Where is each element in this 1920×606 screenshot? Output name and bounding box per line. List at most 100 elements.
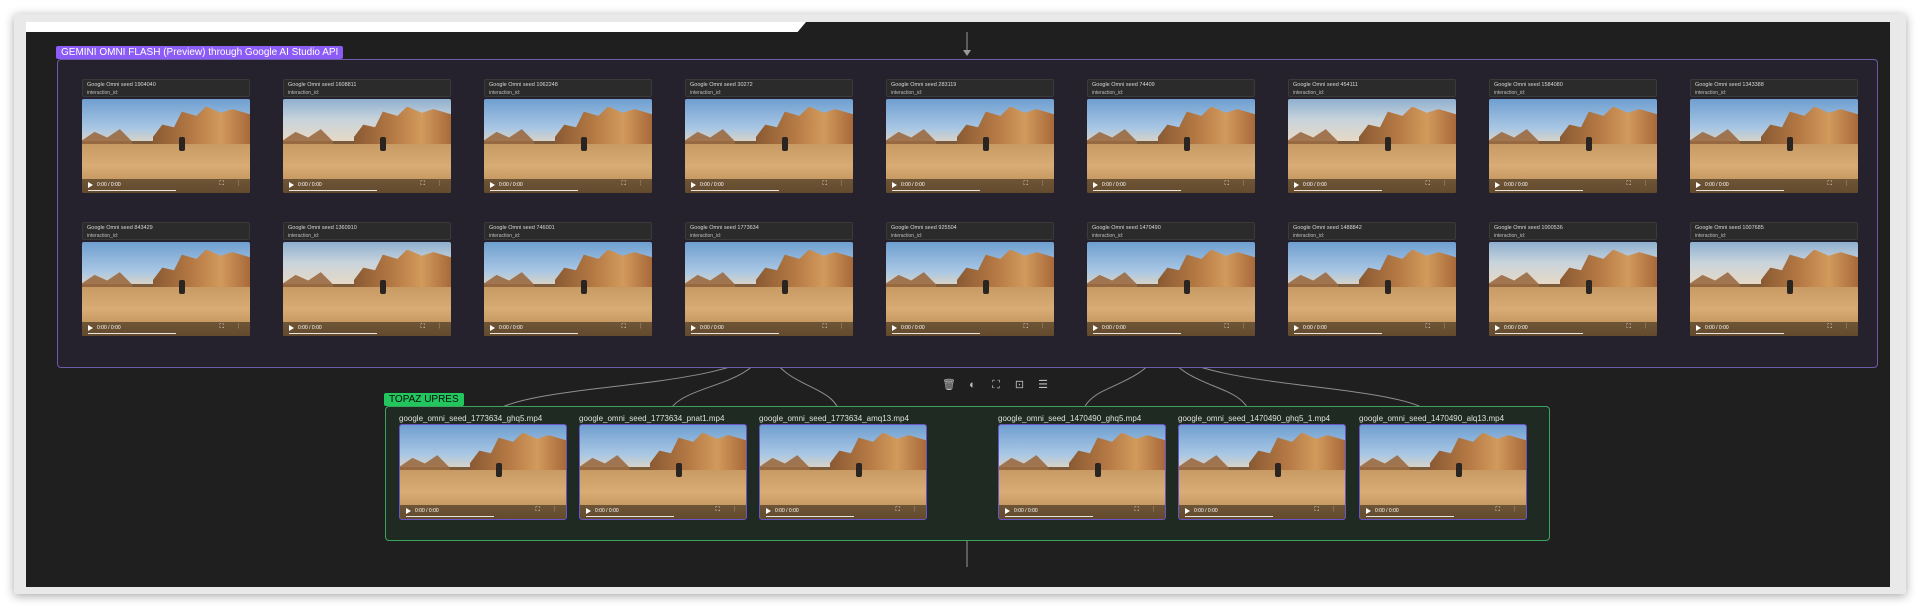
color-palette-icon[interactable]: ◐	[964, 376, 982, 394]
play-icon[interactable]	[586, 508, 591, 514]
video-player[interactable]: 0:00 / 0:00 ⛶ ⋮	[1288, 242, 1456, 336]
play-icon[interactable]	[892, 325, 897, 331]
play-icon[interactable]	[1005, 508, 1010, 514]
video-progress-bar[interactable]	[691, 333, 779, 334]
video-player[interactable]: 0:00 / 0:00 ⛶ ⋮	[1690, 242, 1858, 336]
topaz-output-node[interactable]: google_omni_seed_1773634_amq13.mp4 0:00 /…	[759, 414, 927, 520]
video-progress-bar[interactable]	[892, 333, 980, 334]
video-progress-bar[interactable]	[289, 333, 377, 334]
frame-select-icon[interactable]: ⊡	[1011, 376, 1029, 394]
video-progress-bar[interactable]	[88, 333, 176, 334]
video-progress-bar[interactable]	[691, 190, 779, 191]
gemini-output-node[interactable]: Google Omni seed 30272 interaction_id: 0:0…	[685, 79, 853, 193]
video-menu-icons[interactable]: ⛶ ⋮	[1426, 181, 1451, 188]
video-menu-icons[interactable]: ⛶ ⋮	[220, 181, 245, 188]
video-player[interactable]: 0:00 / 0:00 ⛶ ⋮	[1359, 424, 1527, 520]
video-progress-bar[interactable]	[88, 190, 176, 191]
video-player[interactable]: 0:00 / 0:00 ⛶ ⋮	[1489, 99, 1657, 193]
topaz-output-node[interactable]: google_omni_seed_1470490_ghq5.mp4 0:00 / …	[998, 414, 1166, 520]
video-progress-bar[interactable]	[766, 516, 854, 517]
play-icon[interactable]	[1294, 325, 1299, 331]
play-icon[interactable]	[1093, 182, 1098, 188]
video-player[interactable]: 0:00 / 0:00 ⛶ ⋮	[484, 99, 652, 193]
video-menu-icons[interactable]: ⛶ ⋮	[823, 181, 848, 188]
video-menu-icons[interactable]: ⛶ ⋮	[1135, 507, 1160, 514]
video-progress-bar[interactable]	[406, 516, 494, 517]
video-menu-icons[interactable]: ⛶ ⋮	[421, 324, 446, 331]
play-icon[interactable]	[1696, 182, 1701, 188]
gemini-output-node[interactable]: Google Omni seed 1608811 interaction_id: 0…	[283, 79, 451, 193]
gemini-output-node[interactable]: Google Omni seed 1773634 interaction_id: 0…	[685, 222, 853, 336]
video-player[interactable]: 0:00 / 0:00 ⛶ ⋮	[886, 99, 1054, 193]
video-progress-bar[interactable]	[1696, 190, 1784, 191]
play-icon[interactable]	[1366, 508, 1371, 514]
video-menu-icons[interactable]: ⛶ ⋮	[1496, 507, 1521, 514]
video-menu-icons[interactable]: ⛶ ⋮	[1225, 181, 1250, 188]
video-player[interactable]: 0:00 / 0:00 ⛶ ⋮	[998, 424, 1166, 520]
video-progress-bar[interactable]	[1294, 333, 1382, 334]
video-menu-icons[interactable]: ⛶ ⋮	[716, 507, 741, 514]
gemini-output-node[interactable]: Google Omni seed 454111 interaction_id: 0:…	[1288, 79, 1456, 193]
video-player[interactable]: 0:00 / 0:00 ⛶ ⋮	[1690, 99, 1858, 193]
video-menu-icons[interactable]: ⛶ ⋮	[421, 181, 446, 188]
video-menu-icons[interactable]: ⛶ ⋮	[823, 324, 848, 331]
video-progress-bar[interactable]	[1093, 190, 1181, 191]
video-menu-icons[interactable]: ⛶ ⋮	[1828, 324, 1853, 331]
video-progress-bar[interactable]	[1093, 333, 1181, 334]
video-player[interactable]: 0:00 / 0:00 ⛶ ⋮	[484, 242, 652, 336]
video-player[interactable]: 0:00 / 0:00 ⛶ ⋮	[759, 424, 927, 520]
video-menu-icons[interactable]: ⛶ ⋮	[220, 324, 245, 331]
play-icon[interactable]	[406, 508, 411, 514]
video-player[interactable]: 0:00 / 0:00 ⛶ ⋮	[82, 99, 250, 193]
play-icon[interactable]	[490, 182, 495, 188]
play-icon[interactable]	[1495, 182, 1500, 188]
align-icon[interactable]: ☰	[1034, 376, 1052, 394]
video-player[interactable]: 0:00 / 0:00 ⛶ ⋮	[82, 242, 250, 336]
topaz-output-node[interactable]: google_omni_seed_1773634_ghq5.mp4 0:00 / …	[399, 414, 567, 520]
video-player[interactable]: 0:00 / 0:00 ⛶ ⋮	[1087, 99, 1255, 193]
play-icon[interactable]	[1294, 182, 1299, 188]
video-player[interactable]: 0:00 / 0:00 ⛶ ⋮	[685, 99, 853, 193]
video-player[interactable]: 0:00 / 0:00 ⛶ ⋮	[1178, 424, 1346, 520]
topaz-output-node[interactable]: google_omni_seed_1470490_ghq5_1.mp4 0:00 …	[1178, 414, 1346, 520]
topaz-output-node[interactable]: google_omni_seed_1773634_pnat1.mp4 0:00 /…	[579, 414, 747, 520]
topaz-output-node[interactable]: google_omni_seed_1470490_alq13.mp4 0:00 /…	[1359, 414, 1527, 520]
video-player[interactable]: 0:00 / 0:00 ⛶ ⋮	[399, 424, 567, 520]
video-progress-bar[interactable]	[1366, 516, 1454, 517]
video-menu-icons[interactable]: ⛶ ⋮	[622, 324, 647, 331]
gemini-output-node[interactable]: Google Omni seed 1470490 interaction_id: 0…	[1087, 222, 1255, 336]
gemini-output-node[interactable]: Google Omni seed 746001 interaction_id: 0:…	[484, 222, 652, 336]
video-progress-bar[interactable]	[490, 333, 578, 334]
video-menu-icons[interactable]: ⛶ ⋮	[622, 181, 647, 188]
gemini-output-node[interactable]: Google Omni seed 1062248 interaction_id: 0…	[484, 79, 652, 193]
play-icon[interactable]	[691, 182, 696, 188]
play-icon[interactable]	[1696, 325, 1701, 331]
video-menu-icons[interactable]: ⛶ ⋮	[1627, 181, 1652, 188]
gemini-output-node[interactable]: Google Omni seed 283119 interaction_id: 0:…	[886, 79, 1054, 193]
gemini-output-node[interactable]: Google Omni seed 1488842 interaction_id: 0…	[1288, 222, 1456, 336]
gemini-output-node[interactable]: Google Omni seed 1343388 interaction_id: 0…	[1690, 79, 1858, 193]
fit-view-icon[interactable]: ⛶	[987, 376, 1005, 394]
play-icon[interactable]	[88, 182, 93, 188]
video-player[interactable]: 0:00 / 0:00 ⛶ ⋮	[283, 242, 451, 336]
video-progress-bar[interactable]	[1495, 190, 1583, 191]
node-canvas[interactable]: GEMINI OMNI FLASH (Preview) through Goog…	[26, 22, 1890, 587]
play-icon[interactable]	[289, 182, 294, 188]
video-progress-bar[interactable]	[1696, 333, 1784, 334]
play-icon[interactable]	[1093, 325, 1098, 331]
video-progress-bar[interactable]	[289, 190, 377, 191]
play-icon[interactable]	[88, 325, 93, 331]
gemini-group-label[interactable]: GEMINI OMNI FLASH (Preview) through Goog…	[56, 46, 344, 59]
video-menu-icons[interactable]: ⛶ ⋮	[1315, 507, 1340, 514]
video-progress-bar[interactable]	[1005, 516, 1093, 517]
play-icon[interactable]	[892, 182, 897, 188]
topaz-group-label[interactable]: TOPAZ UPRES	[384, 393, 464, 406]
play-icon[interactable]	[1185, 508, 1190, 514]
video-player[interactable]: 0:00 / 0:00 ⛶ ⋮	[1087, 242, 1255, 336]
video-menu-icons[interactable]: ⛶ ⋮	[1225, 324, 1250, 331]
video-menu-icons[interactable]: ⛶ ⋮	[896, 507, 921, 514]
gemini-output-node[interactable]: Google Omni seed 1584080 interaction_id: 0…	[1489, 79, 1657, 193]
video-player[interactable]: 0:00 / 0:00 ⛶ ⋮	[685, 242, 853, 336]
gemini-output-node[interactable]: Google Omni seed 925504 interaction_id: 0:…	[886, 222, 1054, 336]
play-icon[interactable]	[490, 325, 495, 331]
